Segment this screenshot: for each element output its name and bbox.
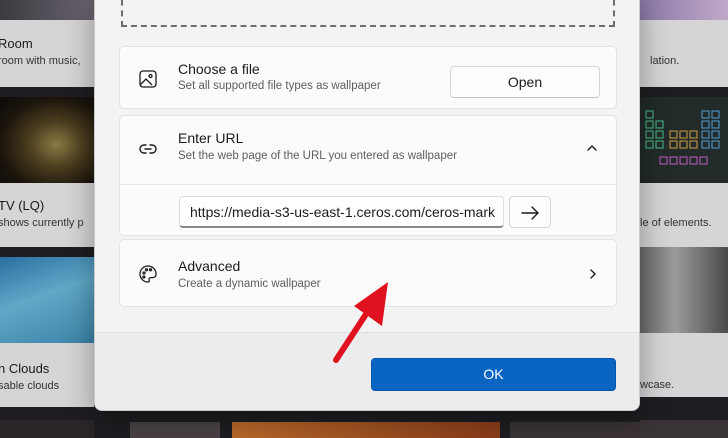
tile-description: wcase. (640, 379, 675, 391)
choose-file-title: Choose a file (178, 61, 260, 77)
arrow-right-icon (520, 203, 540, 223)
enter-url-description: Set the web page of the URL you entered … (178, 150, 457, 162)
tile-description: shows currently p (0, 217, 84, 229)
tile-title: Room (0, 36, 33, 51)
gallery-tile[interactable]: Room room with music, (0, 0, 94, 87)
gallery-tile[interactable]: le of elements. (640, 97, 728, 247)
gallery-tile[interactable] (0, 420, 94, 438)
gallery-tile[interactable] (640, 420, 728, 438)
choose-file-description: Set all supported file types as wallpape… (178, 80, 381, 92)
gallery-tile[interactable]: n Clouds sable clouds (0, 257, 94, 407)
gallery-tile[interactable]: TV (LQ) shows currently p (0, 97, 94, 247)
link-icon (138, 139, 158, 159)
open-button[interactable]: Open (450, 66, 600, 98)
advanced-description: Create a dynamic wallpaper (178, 278, 321, 290)
url-section-divider (120, 184, 616, 185)
palette-icon (138, 264, 158, 284)
chevron-up-icon[interactable] (585, 141, 599, 155)
enter-url-title: Enter URL (178, 130, 244, 146)
choose-file-card: Choose a file Set all supported file typ… (119, 46, 617, 109)
tile-description: lation. (650, 55, 680, 67)
tile-description: sable clouds (0, 380, 60, 392)
tile-title: TV (LQ) (0, 198, 45, 213)
ok-button[interactable]: OK (371, 358, 616, 391)
tile-description: le of elements. (640, 217, 712, 229)
go-button[interactable] (509, 196, 551, 228)
gallery-tile[interactable]: wcase. (640, 247, 728, 397)
gallery-tile[interactable] (510, 422, 640, 438)
annotation-arrow-icon (333, 282, 388, 363)
gallery-tile[interactable] (232, 422, 500, 438)
gallery-tile[interactable] (130, 422, 220, 438)
image-icon (138, 69, 158, 89)
url-input[interactable]: https://media-s3-us-east-1.ceros.com/cer… (179, 196, 504, 228)
advanced-title: Advanced (178, 258, 241, 274)
tile-description: room with music, (0, 55, 81, 67)
chevron-right-icon (586, 267, 600, 281)
tile-title: n Clouds (0, 361, 50, 376)
gallery-tile[interactable]: lation. (640, 0, 728, 87)
enter-url-card: Enter URL Set the web page of the URL yo… (119, 115, 617, 236)
file-drop-zone[interactable] (121, 0, 615, 27)
